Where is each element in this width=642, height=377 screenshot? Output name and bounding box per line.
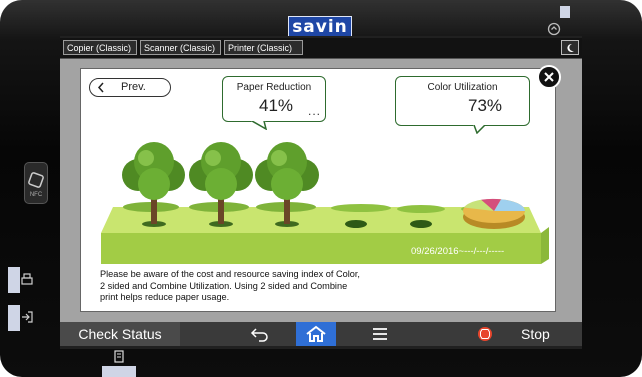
tab-scanner-classic[interactable]: Scanner (Classic)	[140, 40, 221, 55]
left-tab-lower[interactable]	[8, 305, 20, 331]
back-button[interactable]	[240, 324, 280, 344]
tab-copier-classic[interactable]: Copier (Classic)	[63, 40, 137, 55]
tab-printer-classic[interactable]: Printer (Classic)	[224, 40, 303, 55]
grass-tuft	[397, 205, 445, 213]
eco-info-panel: Prev. Paper Reduction 41% ... Color Util…	[80, 65, 561, 312]
stop-button[interactable]	[465, 324, 505, 344]
nfc-icon	[28, 172, 44, 188]
date-range-label: 09/26/2016~---/---/-----	[411, 246, 504, 257]
grass-tuft	[331, 204, 391, 212]
home-icon	[306, 325, 326, 342]
brand-logo: savin	[288, 16, 352, 38]
nfc-label: NFC	[29, 192, 43, 198]
description-text: Please be aware of the cost and resource…	[100, 269, 360, 302]
tree-hole	[410, 220, 432, 228]
bottom-indicator-tab	[102, 366, 136, 377]
chevron-left-icon	[97, 82, 104, 93]
prev-label: Prev.	[121, 81, 146, 93]
color-utilization-box[interactable]: Color Utilization 73%	[395, 76, 530, 126]
eco-landscape-illustration: 09/26/2016~---/---/-----	[101, 142, 549, 264]
close-icon	[544, 72, 554, 82]
bottom-bar: Check Status Stop	[60, 322, 582, 346]
nfc-reader: NFC	[24, 162, 48, 204]
more-details-indicator[interactable]: ...	[308, 104, 321, 118]
tree-hole	[345, 220, 367, 228]
prev-button[interactable]: Prev.	[89, 78, 171, 97]
app-tab-bar: Copier (Classic) Scanner (Classic) Print…	[60, 38, 582, 59]
color-pie-icon	[463, 198, 525, 229]
back-arrow-icon	[250, 328, 268, 342]
power-icon[interactable]	[547, 22, 561, 36]
paper-reduction-box[interactable]: Paper Reduction 41% ...	[222, 76, 326, 122]
paper-reduction-title: Paper Reduction	[236, 82, 312, 93]
stop-icon	[478, 327, 492, 341]
left-tab-upper[interactable]	[8, 267, 20, 293]
login-icon[interactable]	[20, 310, 34, 324]
menu-icon	[373, 328, 387, 340]
touch-screen: Copier (Classic) Scanner (Classic) Print…	[60, 36, 582, 349]
home-button[interactable]	[296, 322, 336, 346]
stop-label[interactable]: Stop	[521, 322, 550, 346]
moon-icon	[567, 43, 574, 52]
print-tray-icon[interactable]	[20, 272, 34, 286]
paper-reduction-value: 41%	[259, 96, 294, 115]
check-status-button[interactable]: Check Status	[60, 322, 180, 346]
menu-button[interactable]	[360, 324, 400, 344]
color-utilization-title: Color Utilization	[427, 82, 498, 93]
top-indicator-tab	[560, 6, 570, 18]
close-button[interactable]	[537, 65, 561, 89]
document-icon[interactable]	[113, 350, 125, 363]
energy-saver-button[interactable]	[561, 40, 579, 55]
color-utilization-value: 73%	[468, 96, 503, 115]
